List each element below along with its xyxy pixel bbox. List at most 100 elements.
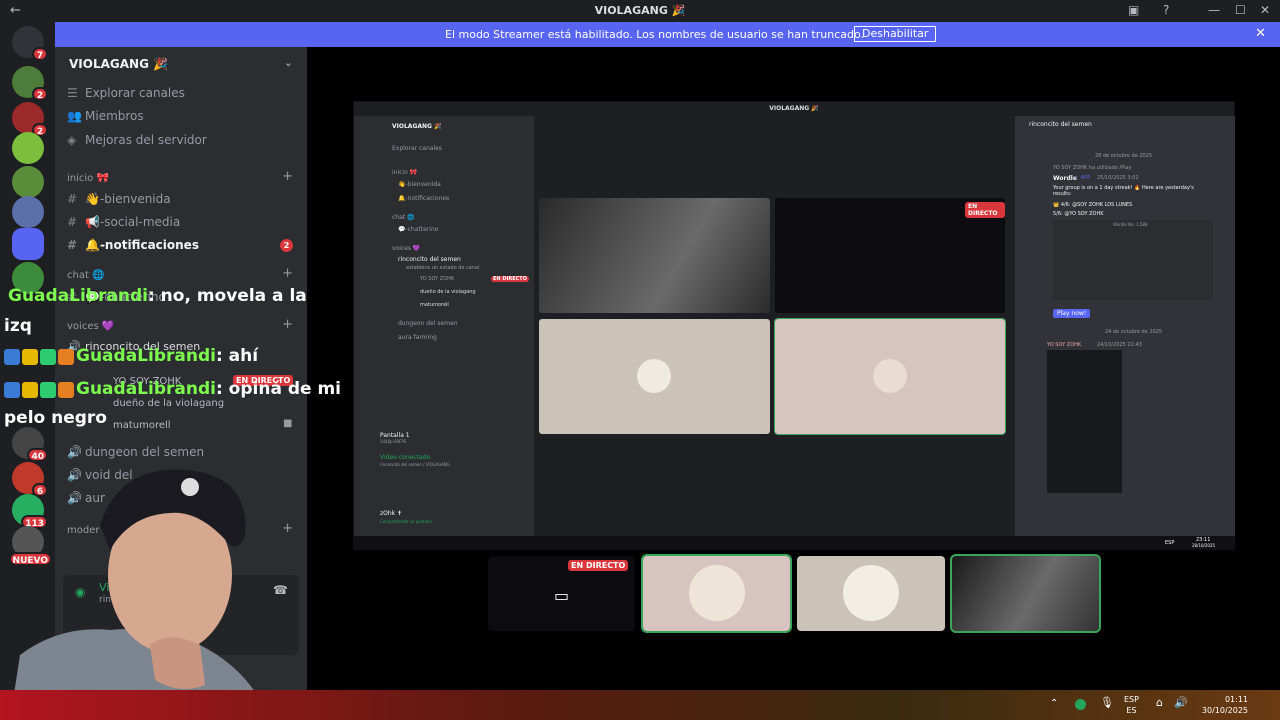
list-icon: ☰ xyxy=(67,86,78,100)
microphone-icon[interactable]: 🎙 xyxy=(1100,697,1114,708)
volume-icon[interactable]: 🔊 xyxy=(1174,697,1188,708)
channel-social-media[interactable]: # 📢-social-media xyxy=(67,215,180,229)
participant-tile-avatar[interactable] xyxy=(797,556,945,631)
embed-live-badge: EN DIRECTO xyxy=(491,276,529,282)
keyboard-label: ES xyxy=(1126,706,1137,715)
embed-title: VIOLAGANG 🎉 xyxy=(769,105,819,112)
status-dot-icon[interactable] xyxy=(1075,699,1086,710)
embed-bot-tag: ✓ APP xyxy=(1075,175,1091,181)
guild-icon[interactable]: 2 xyxy=(12,66,48,101)
embed-avatar-tile xyxy=(774,318,1006,435)
add-channel-icon[interactable]: + xyxy=(282,266,293,281)
disable-streamer-button[interactable]: Deshabilitar xyxy=(854,26,937,42)
category-inicio[interactable]: inicio 🎀 xyxy=(67,173,109,184)
embed-wordle-no: Wordle No. 1,588 xyxy=(1113,222,1148,227)
embed-channel: 💬-chatterino xyxy=(398,226,439,233)
sidebar-item-boosts[interactable]: ◈ Mejoras del servidor xyxy=(67,133,207,147)
overlay-chat-line: GuadaLibrandi: opiná de mi xyxy=(4,379,341,399)
participant-tile-avatar[interactable] xyxy=(641,554,792,633)
close-window-icon[interactable]: ✕ xyxy=(1260,3,1270,17)
figure-avatar xyxy=(873,359,907,393)
embed-chat-channel: rinconcito del semen xyxy=(1029,121,1092,128)
home-badge: 7 xyxy=(32,47,48,61)
chevron-down-icon[interactable]: ⌄ xyxy=(284,56,293,69)
voice-user[interactable]: dueño de la violagang xyxy=(113,398,224,409)
sidebar-item-members[interactable]: 👥 Miembros xyxy=(67,109,144,123)
embed-server-name: VIOLAGANG 🎉 xyxy=(392,123,442,130)
chevron-up-icon[interactable]: ⌃ xyxy=(1050,698,1058,709)
monitor-icon: ▭ xyxy=(554,586,570,605)
embed-result: 👑 4/6: @SOY ZOHK LOS LUNES xyxy=(1053,202,1133,208)
maximize-icon[interactable]: ☐ xyxy=(1235,3,1246,17)
embed-bot-time: 25/10/2025 3:02 xyxy=(1097,175,1139,181)
channel-label: 🔔-notificaciones xyxy=(85,238,199,252)
channel-notificaciones[interactable]: # 🔔-notificaciones xyxy=(67,238,199,252)
embed-post-time: 24/10/2025 22:43 xyxy=(1097,342,1142,348)
guild-icon[interactable] xyxy=(12,132,44,164)
overlay-chat-name: GuadaLibrandi xyxy=(8,286,148,306)
camera-icon: ■ xyxy=(283,418,293,429)
category-voices[interactable]: voices 💜 xyxy=(67,321,114,332)
overlay-chat-line: pelo negro xyxy=(4,408,107,428)
embed-date: 24 de octubre de 2025 xyxy=(1105,329,1163,335)
guild-icon[interactable] xyxy=(12,166,44,198)
voice-user[interactable]: matumorell xyxy=(113,420,171,431)
close-icon[interactable]: ✕ xyxy=(1255,26,1266,41)
minimize-icon[interactable]: — xyxy=(1208,3,1220,17)
folder-icon[interactable] xyxy=(12,228,44,260)
embed-cat: inicio 🎀 xyxy=(392,169,418,176)
server-name[interactable]: VIOLAGANG 🎉 xyxy=(69,57,168,71)
embed-connected-sub: rinconcito del semen / VIOLAGANG xyxy=(380,462,450,467)
embed-bot-name: Wordle xyxy=(1053,175,1077,182)
embed-user: matumorell xyxy=(420,302,449,308)
window-title: VIOLAGANG 🎉 xyxy=(594,4,686,17)
embed-date: 28 de octubre de 2025 xyxy=(1095,153,1153,159)
clock-time: 01:11 xyxy=(1224,695,1248,704)
chat-badges xyxy=(4,346,76,365)
category-chat[interactable]: chat 🌐 xyxy=(67,270,105,281)
embed-voice-status: establece un estado de canal xyxy=(406,265,480,271)
hash-icon: # xyxy=(67,215,78,229)
embed-channel: 👋-bienvenida xyxy=(398,181,441,188)
embed-voice: aura farming xyxy=(398,334,437,341)
windows-taskbar: ⌃ 🎙 ESP ES ⌂ 🔊 01:11 30/10/2025 xyxy=(0,690,1280,720)
overlay-chat-line: GuadaLibrandi: ahí xyxy=(4,346,258,366)
participant-tile-webcam[interactable] xyxy=(950,554,1101,633)
stream-stage[interactable]: VIOLAGANG 🎉 VIOLAGANG 🎉 Explorar canales… xyxy=(307,47,1280,690)
hash-icon: # xyxy=(67,192,78,206)
channel-bienvenida[interactable]: # 👋-bienvenida xyxy=(67,192,171,206)
clock[interactable]: 01:11 30/10/2025 xyxy=(1198,694,1248,716)
network-icon[interactable]: ⌂ xyxy=(1156,697,1163,708)
embed-user: YO SOY ZOHK xyxy=(420,276,455,282)
embed-play-button: Play now! xyxy=(1053,309,1091,318)
sidebar-item-explore[interactable]: ☰ Explorar canales xyxy=(67,86,185,100)
overlay-chat-line: GuadaLibrandi: no, movela a la xyxy=(8,286,307,306)
overlay-chat-line: izq xyxy=(4,316,32,336)
embed-voice: dungeon del semen xyxy=(398,320,458,327)
embed-user-status: Compartiendo su pantalla xyxy=(380,519,432,524)
embed-user: dueño de la violagang xyxy=(420,289,476,295)
embed-lang: ESP xyxy=(1165,540,1175,546)
add-channel-icon[interactable]: + xyxy=(282,317,293,332)
figure-avatar xyxy=(689,565,745,621)
embed-tile-live-badge: EN DIRECTO xyxy=(965,202,1005,218)
language-indicator[interactable]: ESP ES xyxy=(1124,694,1139,716)
embed-screen-sub: 1440p 60FPS xyxy=(380,439,407,444)
guild-icon[interactable] xyxy=(12,196,44,228)
inbox-icon[interactable]: ▣ xyxy=(1128,3,1139,17)
sidebar-item-label: Mejoras del servidor xyxy=(85,133,207,147)
overlay-chat-text: izq xyxy=(4,316,32,336)
add-channel-icon[interactable]: + xyxy=(282,169,293,184)
participant-tile-screen[interactable]: EN DIRECTO ▭ xyxy=(488,556,635,631)
chat-badges xyxy=(4,379,76,398)
discord-home-icon[interactable]: 7 xyxy=(12,26,48,61)
guild-badge: 2 xyxy=(32,87,48,101)
guild-icon[interactable]: 2 xyxy=(12,102,48,137)
embed-streak: Your group is on a 1 day streak! 🔥 Here … xyxy=(1053,185,1194,197)
help-icon[interactable]: ? xyxy=(1163,3,1169,17)
embed-channel: 🔔-notificaciones xyxy=(398,195,450,202)
embed-avatar-tile xyxy=(539,319,770,434)
embed-screen-tile: EN DIRECTO xyxy=(775,198,1005,313)
embed-clock-date: 28/10/2025 xyxy=(1192,543,1216,548)
members-icon: 👥 xyxy=(67,109,82,123)
